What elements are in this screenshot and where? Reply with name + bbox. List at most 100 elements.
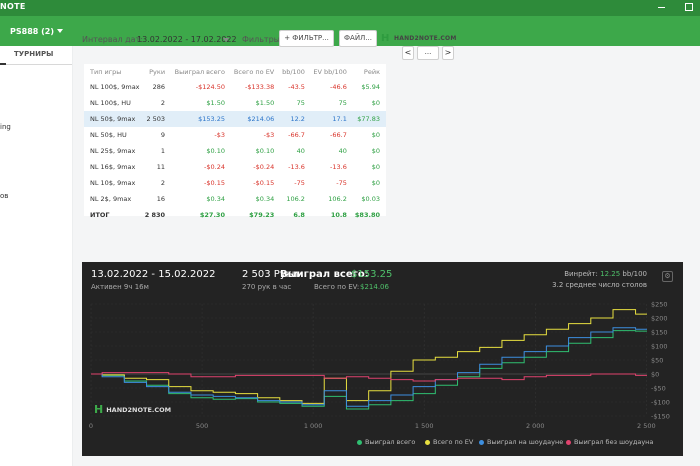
filters-label: Фильтры: — [242, 35, 283, 44]
column-header[interactable]: Всего по EV — [231, 64, 280, 79]
table-cell: $1.50 — [206, 99, 225, 107]
table-header-row: Тип игры Руки Выиграл всего Всего по EV … — [84, 64, 386, 79]
table-cell: NL 10$, 9max — [90, 179, 136, 187]
interval-label: Интервал дат: — [82, 35, 143, 44]
legend-dot — [425, 439, 430, 445]
table-cell: $0.34 — [206, 195, 225, 203]
table-cell: $27.30 — [199, 211, 225, 219]
y-tick-label: -$50 — [651, 385, 666, 393]
table-row[interactable]: NL 2$, 9max 16 $0.34 $0.34 106.2 106.2 $0.03 — [84, 191, 386, 207]
sidebar-item-label[interactable]: ов — [0, 192, 8, 200]
y-tick-label: $200 — [651, 315, 668, 323]
legend-item[interactable]: Выиграл на шоудауне — [479, 438, 563, 446]
table-cell: -$0.15 — [204, 179, 225, 187]
room-selector[interactable]: PS888 (2) — [10, 27, 63, 36]
add-filter-button[interactable]: + ФИЛЬТР... — [279, 30, 334, 47]
more-button[interactable]: ... — [417, 46, 439, 60]
column-header[interactable]: Тип игры — [84, 64, 143, 79]
x-tick-label: 2 000 — [526, 422, 545, 430]
table-cell: $0 — [371, 147, 380, 155]
table-cell: $0 — [371, 179, 380, 187]
table-cell: NL 100$, HU — [90, 99, 131, 107]
next-button[interactable]: > — [442, 46, 454, 60]
legend-item[interactable]: Выиграл без шоудауна — [566, 438, 653, 446]
table-row[interactable]: NL 50$, 9max 2 503 $153.25 $214.06 12.2 17.1 $… — [84, 111, 386, 127]
divider — [0, 64, 72, 65]
table-row[interactable]: NL 100$, 9max 286 -$124.50 -$133.38 -43.5 -46… — [84, 79, 386, 95]
column-header[interactable]: Рейк — [353, 64, 386, 79]
legend-label: Выиграл на шоудауне — [487, 438, 564, 446]
y-tick-label: -$150 — [651, 413, 670, 421]
table-cell: 11 — [156, 163, 166, 171]
table-cell: -75 — [294, 179, 305, 187]
legend-item[interactable]: Всего по EV — [425, 438, 473, 446]
prev-button[interactable]: < — [402, 46, 414, 60]
table-cell: -$0.15 — [253, 179, 275, 187]
logo-icon: H — [381, 33, 390, 44]
logo-text: HAND2NOTE.COM — [394, 35, 457, 42]
table-cell: NL 25$, 9max — [90, 147, 136, 155]
minimize-icon[interactable] — [658, 7, 665, 8]
y-tick-label: $100 — [651, 343, 668, 351]
table-cell: -$3 — [214, 131, 225, 139]
legend-label: Выиграл без шоудауна — [574, 438, 654, 446]
table-cell: 75 — [296, 99, 305, 107]
tab-tournaments[interactable]: ТУРНИРЫ — [14, 50, 53, 58]
table-cell: -$0.24 — [253, 163, 275, 171]
table-row[interactable]: NL 50$, HU 9 -$3 -$3 -66.7 -66.7 $0 — [84, 127, 386, 143]
table-row[interactable]: NL 10$, 9max 2 -$0.15 -$0.15 -75 -75 $0 — [84, 175, 386, 191]
table-cell: $0.34 — [255, 195, 275, 203]
chevron-down-icon[interactable] — [223, 38, 229, 42]
date-range-select[interactable]: 13.02.2022 - 17.02.2022 — [137, 35, 237, 44]
table-cell: 9 — [160, 131, 166, 139]
window-title: NOTE — [0, 2, 26, 11]
table-cell: 2 — [160, 99, 166, 107]
stats-table: Тип игры Руки Выиграл всего Всего по EV … — [84, 64, 386, 219]
legend-label: Всего по EV — [433, 438, 474, 446]
column-header[interactable]: Руки — [143, 64, 171, 79]
y-tick-label: $150 — [651, 329, 668, 337]
table-cell: $153.25 — [171, 111, 231, 127]
table-cell: 17.1 — [310, 111, 353, 127]
x-tick-label: 1 500 — [415, 422, 434, 430]
maximize-icon[interactable] — [685, 3, 693, 11]
column-header[interactable]: Выиграл всего — [171, 64, 231, 79]
legend-item[interactable]: Выиграл всего — [357, 438, 415, 446]
table-cell: -$3 — [263, 131, 275, 139]
title-bar: NOTE — [0, 0, 700, 16]
table-cell: $0 — [371, 131, 380, 139]
table-row[interactable]: NL 25$, 9max 1 $0.10 $0.10 40 40 $0 — [84, 143, 386, 159]
table-row[interactable]: NL 16$, 9max 11 -$0.24 -$0.24 -13.6 -13.6 $0 — [84, 159, 386, 175]
table-cell: 75 — [338, 99, 347, 107]
table-cell: NL 100$, 9max — [90, 83, 140, 91]
table-cell: 10.8 — [330, 211, 347, 219]
table-cell: -75 — [336, 179, 347, 187]
sidebar-item-label[interactable]: ing — [0, 123, 11, 131]
table-cell: -43.5 — [288, 83, 305, 91]
file-button[interactable]: ФАЙЛ... — [339, 30, 377, 47]
table-cell: NL 50$, 9max — [84, 111, 144, 127]
table-cell: $0.10 — [206, 147, 225, 155]
room-label: PS888 (2) — [10, 27, 54, 36]
table-cell: $0 — [371, 163, 380, 171]
series-line — [91, 309, 647, 404]
column-header[interactable]: EV bb/100 — [311, 64, 353, 79]
hand2note-logo: H HAND2NOTE.COM — [381, 33, 457, 44]
legend-dot — [357, 439, 362, 445]
table-cell: 16 — [156, 195, 166, 203]
y-tick-label: $50 — [651, 357, 663, 365]
table-cell: NL 2$, 9max — [90, 195, 132, 203]
table-cell: $1.50 — [255, 99, 275, 107]
table-cell: -66.7 — [288, 131, 305, 139]
table-cell: -13.6 — [288, 163, 305, 171]
column-header[interactable]: bb/100 — [280, 64, 311, 79]
table-row[interactable]: NL 100$, HU 2 $1.50 $1.50 75 75 $0 — [84, 95, 386, 111]
logo-icon: H — [94, 403, 104, 416]
sidebar: ТУРНИРЫ ing ов — [0, 46, 72, 466]
table-cell: 40 — [296, 147, 305, 155]
x-tick-label: 2 500 — [637, 422, 656, 430]
chevron-down-icon — [57, 29, 63, 33]
table-cell: -66.7 — [330, 131, 347, 139]
x-tick-label: 1 000 — [304, 422, 323, 430]
x-tick-label: 0 — [89, 422, 93, 430]
